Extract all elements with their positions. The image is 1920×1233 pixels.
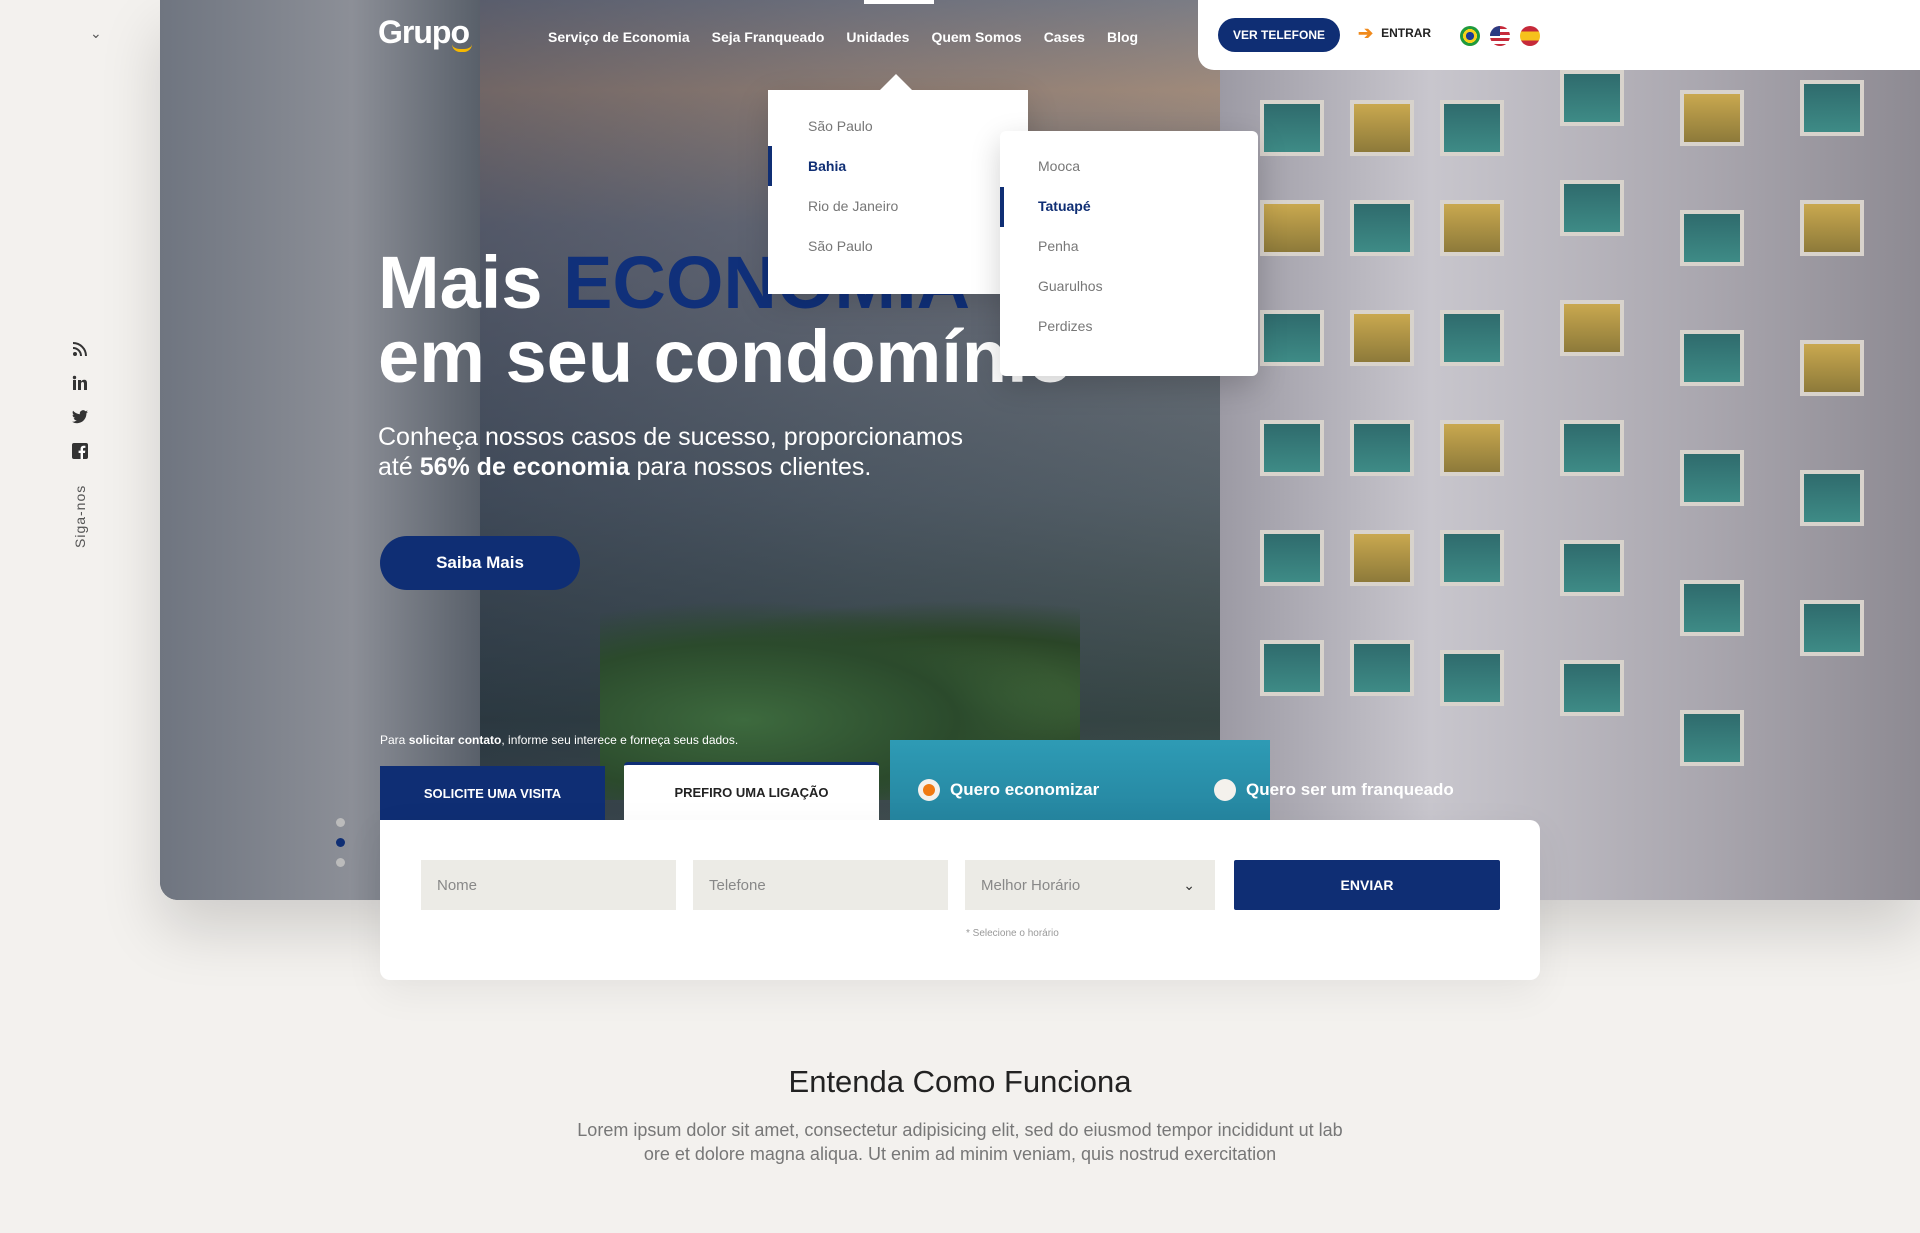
menu-active-indicator — [768, 146, 772, 186]
radio-unchecked-icon — [1214, 779, 1236, 801]
menu-item-unit[interactable]: Tatuapé — [1038, 198, 1091, 214]
enviar-button[interactable]: ENVIAR — [1234, 860, 1500, 910]
chevron-down-icon: ⌄ — [1183, 876, 1195, 893]
flag-spain-icon[interactable] — [1520, 26, 1540, 46]
radio-quero-economizar[interactable]: Quero economizar — [918, 779, 1099, 801]
hero-subtitle-highlight: 56% de economia — [419, 453, 630, 481]
phone-input[interactable]: Telefone — [693, 860, 948, 910]
best-time-select[interactable]: Melhor Horário ⌄ — [965, 860, 1215, 910]
follow-label: Siga-nos — [72, 484, 88, 548]
radio-checked-icon — [918, 779, 940, 801]
contact-note-c: , informe seu interece e forneça seus da… — [501, 733, 739, 747]
hero-title-line2: em seu condomínio — [378, 315, 1073, 398]
submenu-active-indicator — [1000, 187, 1004, 227]
slider-dot-active[interactable] — [336, 838, 345, 847]
tab-prefiro-ligacao[interactable]: PREFIRO UMA LIGAÇÃO — [624, 762, 879, 820]
menu-item-state[interactable]: Bahia — [808, 158, 846, 174]
best-time-label: Melhor Horário — [981, 876, 1081, 894]
section-text: Lorem ipsum dolor sit amet, consectetur … — [510, 1118, 1410, 1166]
login-icon: ➔ — [1358, 23, 1374, 43]
unidades-units-submenu: Mooca Tatuapé Penha Guarulhos Perdizes — [1000, 131, 1258, 376]
contact-note-bold: solicitar contato — [408, 733, 502, 747]
slider-dot[interactable] — [336, 818, 345, 827]
time-hint: * Selecione o horário — [966, 928, 1059, 939]
menu-item-state[interactable]: Rio de Janeiro — [808, 198, 898, 214]
menu-item-unit[interactable]: Penha — [1038, 238, 1078, 254]
chevron-down-icon[interactable]: ⌄ — [90, 26, 102, 42]
name-input[interactable]: Nome — [421, 860, 676, 910]
hero-title-line1-a: Mais — [378, 241, 564, 324]
contact-note-a: Para — [380, 733, 409, 747]
slider-pagination — [336, 818, 345, 867]
section-title: Entenda Como Funciona — [788, 1064, 1132, 1099]
linkedin-icon[interactable] — [70, 372, 90, 394]
hero-building-right — [1220, 60, 1920, 900]
menu-item-state[interactable]: São Paulo — [808, 118, 873, 134]
nav-active-indicator — [864, 0, 934, 4]
hero-subtitle: Conheça nossos casos de sucesso, proporc… — [378, 422, 1078, 482]
social-links — [70, 338, 90, 462]
login-label: ENTRAR — [1381, 26, 1432, 40]
rss-icon[interactable] — [70, 338, 90, 360]
nav-item-cases[interactable]: Cases — [1044, 29, 1085, 45]
radio-quero-franqueado[interactable]: Quero ser um franqueado — [1214, 779, 1454, 801]
hero-subtitle-line2-a: até — [378, 453, 420, 481]
section-text-line2: ore et dolore magna aliqua. Ut enim ad m… — [643, 1144, 1277, 1164]
login-link[interactable]: ➔ ENTRAR — [1358, 24, 1431, 42]
menu-item-unit[interactable]: Guarulhos — [1038, 278, 1103, 294]
nav-item-unidades[interactable]: Unidades — [846, 29, 909, 45]
hero-subtitle-line1: Conheça nossos casos de sucesso, proporc… — [378, 423, 964, 451]
twitter-icon[interactable] — [70, 406, 90, 428]
phone-button[interactable]: VER TELEFONE — [1218, 18, 1340, 52]
menu-item-unit[interactable]: Perdizes — [1038, 318, 1092, 334]
nav-item-servico[interactable]: Serviço de Economia — [548, 29, 690, 45]
unidades-states-menu: São Paulo Bahia Rio de Janeiro São Paulo — [768, 74, 1028, 294]
radio-label: Quero economizar — [950, 780, 1100, 799]
main-nav: Serviço de Economia Seja Franqueado Unid… — [548, 29, 1138, 45]
contact-note: Para solicitar contato, informe seu inte… — [380, 733, 738, 747]
slider-dot[interactable] — [336, 858, 345, 867]
tab-solicite-visita[interactable]: SOLICITE UMA VISITA — [380, 766, 605, 820]
flag-brazil-icon[interactable] — [1460, 26, 1480, 46]
nav-item-quem-somos[interactable]: Quem Somos — [931, 29, 1021, 45]
saiba-mais-button[interactable]: Saiba Mais — [380, 536, 580, 590]
facebook-icon[interactable] — [70, 440, 90, 462]
menu-item-state[interactable]: São Paulo — [808, 238, 873, 254]
hero-subtitle-line2-c: para nossos clientes. — [629, 453, 872, 481]
menu-item-unit[interactable]: Mooca — [1038, 158, 1080, 174]
radio-label: Quero ser um franqueado — [1246, 780, 1454, 799]
flag-usa-icon[interactable] — [1490, 26, 1510, 46]
nav-item-franqueado[interactable]: Seja Franqueado — [712, 29, 825, 45]
language-switcher — [1460, 26, 1540, 46]
section-text-line1: Lorem ipsum dolor sit amet, consectetur … — [577, 1120, 1343, 1140]
nav-item-blog[interactable]: Blog — [1107, 29, 1138, 45]
